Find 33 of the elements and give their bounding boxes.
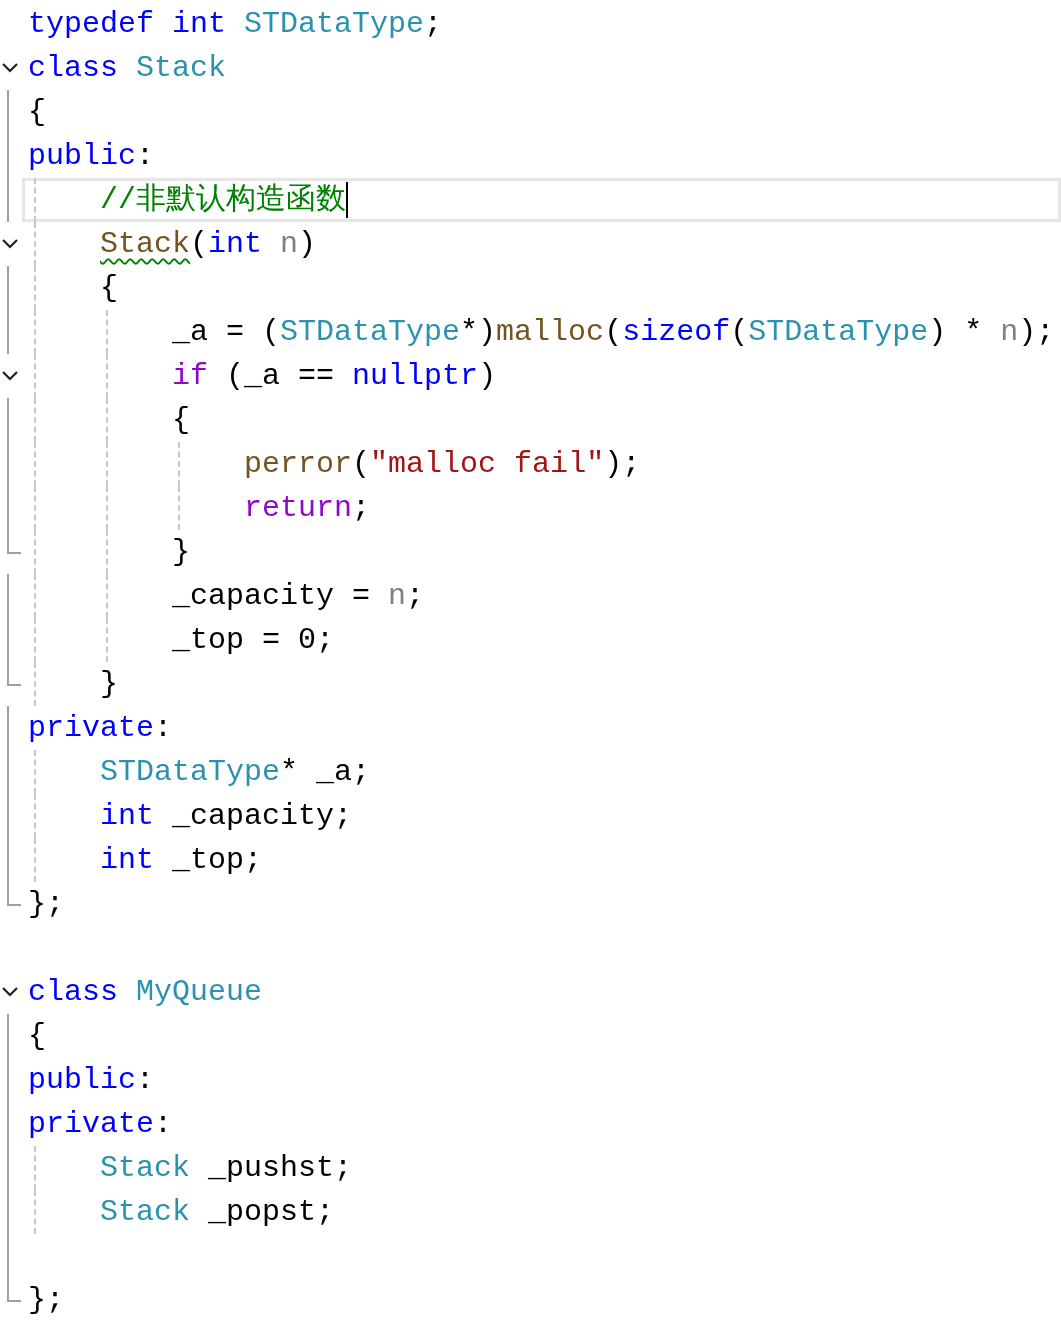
code-line: Stack _pushst; [99, 1150, 353, 1187]
code-line: public: [28, 138, 155, 175]
chevron-icon[interactable] [2, 987, 18, 997]
code-line: private: [28, 710, 173, 747]
code-line: { [99, 270, 119, 307]
code-line: STDataType* _a; [99, 754, 371, 791]
chevron-icon[interactable] [2, 63, 18, 73]
text-cursor [346, 182, 349, 218]
code-line: if (_a == nullptr) [171, 358, 497, 395]
code-line: int _capacity; [99, 798, 353, 835]
code-line: _capacity = n; [171, 578, 425, 615]
code-line: { [28, 1018, 46, 1055]
code-line: _a = (STDataType*)malloc(sizeof(STDataType) * n); [171, 314, 1055, 351]
code-line: //非默认构造函数 [99, 182, 347, 219]
code-line: _top = 0; [171, 622, 335, 659]
chevron-icon[interactable] [2, 239, 18, 249]
code-line: { [28, 94, 46, 131]
chevron-icon[interactable] [2, 371, 18, 381]
code-line: public: [28, 1062, 155, 1099]
code-line: Stack(int n) [99, 226, 317, 263]
code-line: return; [243, 490, 371, 527]
code-line: typedef int STDataType; [28, 6, 443, 43]
code-line: class MyQueue [28, 974, 263, 1011]
code-line: } [99, 666, 119, 703]
code-line: }; [28, 1282, 64, 1319]
code-line: }; [28, 886, 64, 923]
code-line: int _top; [99, 842, 263, 879]
code-line: perror("malloc fail"); [243, 446, 641, 483]
code-line: { [171, 402, 191, 439]
code-line: private: [28, 1106, 173, 1143]
code-line: Stack _popst; [99, 1194, 335, 1231]
code-line: } [171, 534, 191, 571]
code-line: class Stack [28, 50, 227, 87]
